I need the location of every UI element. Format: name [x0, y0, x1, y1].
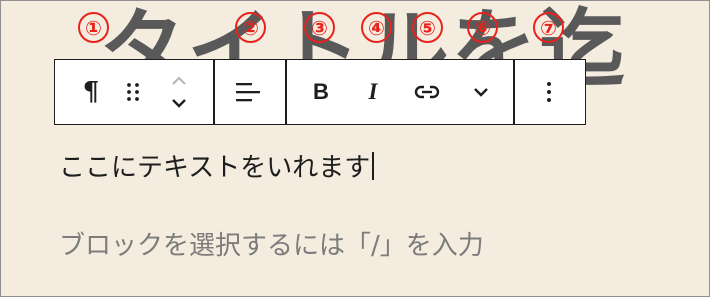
chevron-up-icon	[172, 76, 186, 85]
marker-1: ①	[78, 12, 109, 43]
align-left-icon	[236, 82, 260, 101]
pilcrow-icon: ¶	[82, 76, 100, 107]
block-appender-placeholder[interactable]: ブロックを選択するには「/」を入力	[59, 225, 484, 262]
marker-6: ⑥	[467, 12, 498, 43]
options-button[interactable]	[529, 60, 569, 123]
toolbar-separator	[513, 60, 515, 124]
marker-5: ⑤	[412, 12, 443, 43]
block-toolbar: ¶ B I	[54, 59, 586, 125]
drag-handle-button[interactable]	[117, 60, 149, 123]
move-up-button[interactable]	[162, 60, 196, 91]
marker-3: ③	[304, 12, 335, 43]
link-icon	[414, 85, 440, 98]
marker-2: ②	[235, 12, 266, 43]
link-button[interactable]	[405, 60, 449, 123]
marker-4: ④	[361, 12, 392, 43]
more-formats-button[interactable]	[461, 60, 501, 123]
editor-canvas: タイトルを迄 ① ② ③ ④ ⑤ ⑥ ⑦ ¶ B I ここにテキストをいれます …	[0, 0, 710, 297]
marker-7: ⑦	[533, 12, 564, 43]
toolbar-separator	[285, 60, 287, 124]
paragraph-text: ここにテキストをいれます	[59, 153, 371, 183]
text-caret	[372, 152, 375, 180]
drag-handle-icon	[127, 82, 139, 101]
paragraph-block[interactable]: ここにテキストをいれます	[59, 147, 375, 184]
move-down-button[interactable]	[162, 91, 196, 122]
bold-button[interactable]: B	[300, 60, 342, 123]
block-type-button[interactable]: ¶	[69, 60, 113, 123]
more-vertical-icon	[547, 81, 551, 102]
chevron-down-icon	[474, 87, 488, 97]
toolbar-separator	[213, 60, 215, 124]
align-button[interactable]	[226, 60, 270, 123]
chevron-down-icon	[172, 98, 186, 108]
italic-button[interactable]: I	[352, 60, 394, 123]
